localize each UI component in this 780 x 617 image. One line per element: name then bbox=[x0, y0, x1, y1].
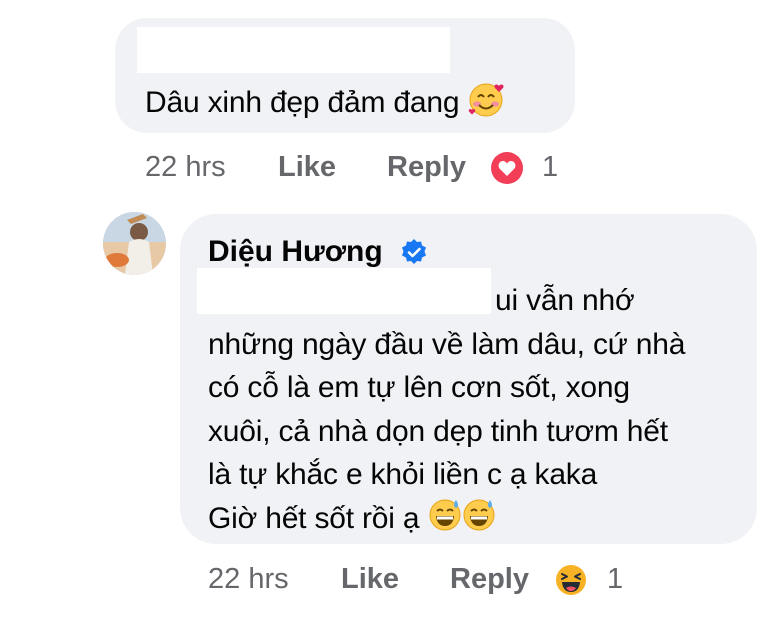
comment-like-button[interactable]: Like bbox=[278, 151, 336, 184]
love-reaction-icon[interactable] bbox=[490, 151, 524, 185]
reply-author-name[interactable]: Diệu Hương bbox=[208, 233, 383, 271]
grinning-face-with-sweat-icon bbox=[428, 497, 462, 544]
smiling-face-with-hearts-icon bbox=[468, 80, 506, 128]
reply-reply-button[interactable]: Reply bbox=[450, 563, 529, 596]
reply-line-text: Giờ hết sốt rồi ạ bbox=[208, 502, 420, 536]
avatar[interactable] bbox=[103, 212, 166, 275]
reply-line: xuôi, cả nhà dọn dẹp tinh tươm hết bbox=[208, 414, 668, 448]
reply-timestamp[interactable]: 22 hrs bbox=[208, 563, 289, 596]
comment-reaction-count[interactable]: 1 bbox=[542, 151, 558, 184]
comment-text: Dâu xinh đẹp đảm đang bbox=[145, 80, 506, 128]
grinning-face-with-sweat-icon bbox=[462, 497, 496, 544]
reply-text: ui vẫn nhớ những ngày đầu về làm dâu, cứ… bbox=[208, 279, 748, 544]
reply-line: có cỗ là em tự lên cơn sốt, xong bbox=[208, 371, 630, 405]
reply-reaction-count[interactable]: 1 bbox=[607, 563, 623, 596]
reply-line: những ngày đầu về làm dâu, cứ nhà bbox=[208, 327, 686, 361]
reply-like-button[interactable]: Like bbox=[341, 563, 399, 596]
verified-badge-icon bbox=[400, 238, 428, 266]
redacted-author-name bbox=[137, 27, 450, 73]
comment-thread: Dâu xinh đẹp đảm đang 22 hrs Like Reply … bbox=[0, 0, 780, 617]
comment-timestamp[interactable]: 22 hrs bbox=[145, 151, 226, 184]
reply-line-last: Giờ hết sốt rồi ạ bbox=[208, 497, 748, 544]
reply-line: là tự khắc e khỏi liền c ạ kaka bbox=[208, 458, 598, 492]
comment-text-content: Dâu xinh đẹp đảm đang bbox=[145, 85, 460, 119]
haha-reaction-icon[interactable] bbox=[553, 562, 589, 598]
reply-line: ui vẫn nhớ bbox=[495, 284, 635, 317]
comment-reply-button[interactable]: Reply bbox=[387, 151, 466, 184]
